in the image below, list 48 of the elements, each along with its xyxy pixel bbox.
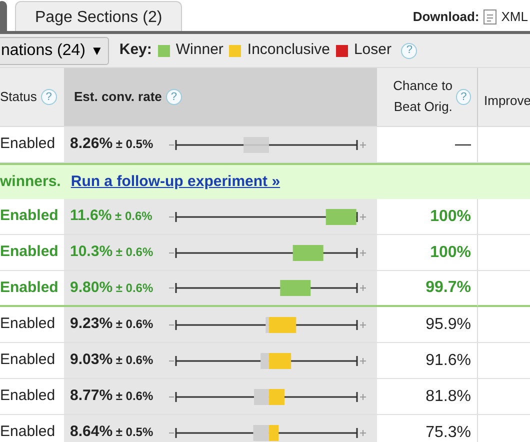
legend-label: Loser [354,40,392,60]
rate-value: 8.26% [70,135,113,152]
key-label: Key: [119,40,152,60]
rate-margin: ± 0.6% [114,209,152,224]
chance-value: 91.6% [426,350,471,370]
xml-link[interactable]: XML [501,7,528,27]
chance-value: — [455,134,471,154]
rate-value: 8.77% [70,387,113,404]
status-header: Status [0,88,37,106]
rate-margin: ± 0.6% [114,280,154,295]
chance-value: 100% [430,242,471,262]
rate-margin: ± 0.6% [114,353,154,368]
status-text: Enabled [0,350,56,370]
tab[interactable] [0,1,7,31]
column-header: Chance to Beat Orig. [392,77,452,116]
status-text: Enabled [0,314,56,334]
rate-margin: ± 0.5% [114,137,154,152]
status-text: Enabled [0,206,58,226]
rate-margin: ± 0.6% [114,389,154,404]
download-label: Download: [412,8,480,26]
status-text: Enabled [0,422,56,442]
chance-value: 75.3% [426,422,471,442]
column-header: Improve [484,92,530,110]
status-text: Enabled [0,386,56,406]
status-text: Enabled [0,134,56,154]
chance-value: 100% [430,206,471,226]
tab[interactable]: Page Sections (2) [15,1,182,31]
rate-value: 11.6% [70,207,112,224]
status-text: Enabled [0,278,58,298]
rate-margin: ± 0.6% [114,317,154,332]
legend-label: Inconclusive [247,40,330,60]
rate-value: 8.64% [70,423,113,440]
rate-value: 9.80% [70,278,113,296]
chance-value: 99.7% [426,278,471,298]
column-header: Est. conv. rate [74,88,162,106]
rate-value: 10.3% [70,243,113,260]
chance-value: 81.8% [426,386,471,406]
rate-value: 9.23% [70,315,113,332]
rate-margin: ± 0.6% [114,245,154,260]
status-text: Enabled [0,242,58,262]
banner-text: winners. [0,172,61,192]
follow-up-link[interactable]: Run a follow-up experiment » [70,170,280,194]
legend-label: Winner [176,40,224,60]
chance-value: 95.9% [426,314,471,334]
combinations-dropdown[interactable]: nations (24) ▼ [0,36,110,64]
rate-value: 9.03% [70,351,113,368]
document-icon [483,9,498,25]
rate-margin: ± 0.5% [114,425,154,440]
